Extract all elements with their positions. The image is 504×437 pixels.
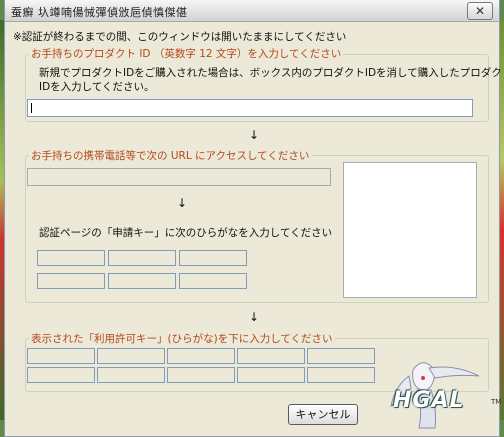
- license-key-input[interactable]: [167, 348, 235, 364]
- license-key-input[interactable]: [27, 367, 95, 383]
- license-key-input[interactable]: [307, 348, 375, 364]
- product-id-input[interactable]: [27, 99, 473, 117]
- request-key-cell: [179, 273, 247, 289]
- license-key-input[interactable]: [237, 367, 305, 383]
- arrow-down-icon: ↓: [177, 196, 188, 210]
- notice-text: ※認証が終わるまでの間、このウィンドウは開いたままにしてください: [13, 31, 347, 43]
- request-key-cell: [108, 273, 176, 289]
- license-key-input[interactable]: [237, 348, 305, 364]
- product-id-description-line1: 新規でプロダクトIDをご購入された場合は、ボックス内のプロダクトIDを消して購入…: [39, 67, 504, 79]
- cancel-button[interactable]: キャンセル: [288, 404, 358, 425]
- license-key-label: 表示された「利用許可キー」(ひらがな)を下に入力してください: [29, 331, 335, 346]
- license-key-input[interactable]: [27, 348, 95, 364]
- hgal-logo: HGAL: [393, 388, 465, 413]
- request-key-cell: [108, 250, 176, 266]
- license-key-input[interactable]: [167, 367, 235, 383]
- activation-dialog: 蚕癬 圦竴喃偒悈彈偵攽巵偵慎傑偡 ✕ ※認証が終わるまでの間、このウィンドウは開…: [4, 0, 504, 437]
- close-icon: ✕: [474, 4, 486, 18]
- request-key-cell: [179, 250, 247, 266]
- license-key-input[interactable]: [97, 367, 165, 383]
- close-button[interactable]: ✕: [467, 2, 493, 20]
- product-id-label: お手持ちのプロダクト ID （英数字 12 文字）を入力してください: [29, 46, 344, 61]
- arrow-down-icon: ↓: [249, 128, 260, 142]
- qr-code-area: [343, 162, 477, 298]
- url-field: [27, 168, 331, 186]
- request-key-cell: [37, 250, 105, 266]
- arrow-down-icon: ↓: [249, 310, 260, 324]
- request-key-label: 認証ページの「申請キー」に次のひらがなを入力してください: [39, 227, 333, 239]
- trademark-mark: TM: [491, 398, 502, 406]
- request-key-cell: [37, 273, 105, 289]
- title-bar[interactable]: 蚕癬 圦竴喃偒悈彈偵攽巵偵慎傑偡 ✕: [5, 0, 499, 22]
- url-label: お手持ちの携帯電話等で次の URL にアクセスしてください: [29, 148, 312, 163]
- window-title: 蚕癬 圦竴喃偒悈彈偵攽巵偵慎傑偡: [11, 6, 188, 19]
- license-key-input[interactable]: [97, 348, 165, 364]
- text-caret: [31, 103, 32, 113]
- license-key-input[interactable]: [307, 367, 375, 383]
- product-id-description-line2: IDを入力してください。: [39, 81, 155, 93]
